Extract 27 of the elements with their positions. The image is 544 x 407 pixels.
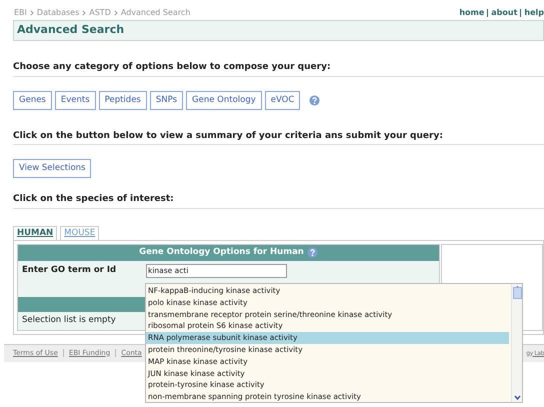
top-nav-link[interactable]: about [491, 7, 518, 19]
chevron-icon [82, 10, 86, 16]
view-selections-button[interactable]: View Selections [13, 159, 92, 178]
category-button[interactable]: eVOC [264, 90, 300, 110]
category-button[interactable]: Genes [13, 90, 52, 110]
category-button[interactable]: Peptides [98, 90, 147, 110]
page-title: Advanced Search [13, 20, 544, 41]
category-button[interactable]: SNPs [150, 90, 184, 110]
scrollbar[interactable] [511, 284, 522, 402]
scroll-thumb[interactable] [512, 287, 522, 299]
panel-title: Gene Ontology Options for Human [139, 246, 304, 259]
species-tab[interactable]: HUMAN [13, 226, 58, 240]
chevron-icon [30, 10, 34, 16]
section-heading: Choose any category of options below to compose your query: [13, 61, 544, 76]
section-heading: Click on the button below to view a summary of your criteria ans submit your query: [13, 130, 544, 145]
breadcrumb-link[interactable]: Databases [36, 7, 80, 19]
top-nav-link[interactable]: home [459, 7, 484, 19]
section-heading: Click on the species of interest: [13, 193, 544, 208]
help-icon[interactable] [306, 247, 318, 258]
chevron-icon [114, 10, 118, 16]
scroll-down-icon[interactable] [512, 393, 522, 402]
top-nav-link[interactable]: help [524, 7, 544, 19]
category-button[interactable]: Gene Ontology [186, 90, 262, 110]
category-button[interactable]: Events [54, 90, 96, 110]
help-icon[interactable] [309, 94, 320, 106]
selection-status: Selection list is empty [22, 314, 116, 327]
field-label: Enter GO term or Id [21, 264, 118, 276]
